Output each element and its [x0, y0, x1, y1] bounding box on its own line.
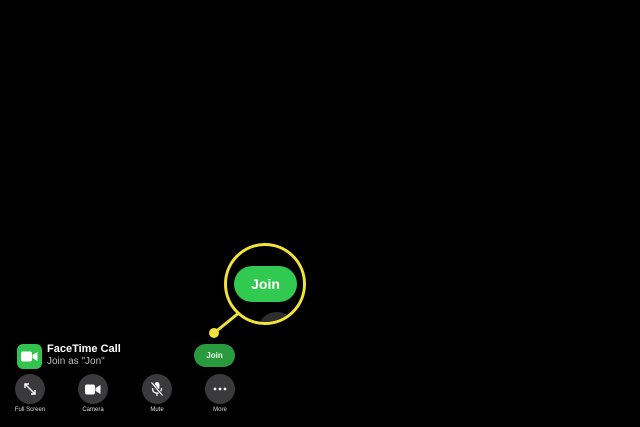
control-more[interactable]: More — [190, 374, 250, 413]
mic-slash-icon — [150, 381, 164, 397]
camera-button[interactable] — [78, 374, 108, 404]
more-button[interactable] — [205, 374, 235, 404]
expand-arrows-icon — [24, 383, 36, 395]
notification-title: FaceTime Call — [47, 343, 121, 355]
mute-label: Mute — [150, 407, 164, 413]
ellipsis-icon — [213, 387, 227, 391]
notification-subtitle: Join as "Jon" — [47, 356, 105, 367]
join-button[interactable]: Join — [194, 344, 235, 367]
control-mute[interactable]: Mute — [127, 374, 187, 413]
camera-icon — [85, 384, 101, 394]
camera-label: Camera — [82, 407, 104, 413]
zoom-callout: Join — [224, 243, 306, 325]
mute-button[interactable] — [142, 374, 172, 404]
zoom-join-button[interactable]: Join — [234, 266, 297, 302]
full-screen-label: Full Screen — [14, 407, 46, 413]
facetime-video-icon — [21, 351, 38, 362]
more-label: More — [213, 407, 227, 413]
facetime-app-icon — [17, 344, 42, 369]
control-camera[interactable]: Camera — [63, 374, 123, 413]
control-full-screen[interactable]: Full Screen — [0, 374, 60, 413]
callout-dot — [209, 328, 219, 338]
full-screen-button[interactable] — [15, 374, 45, 404]
